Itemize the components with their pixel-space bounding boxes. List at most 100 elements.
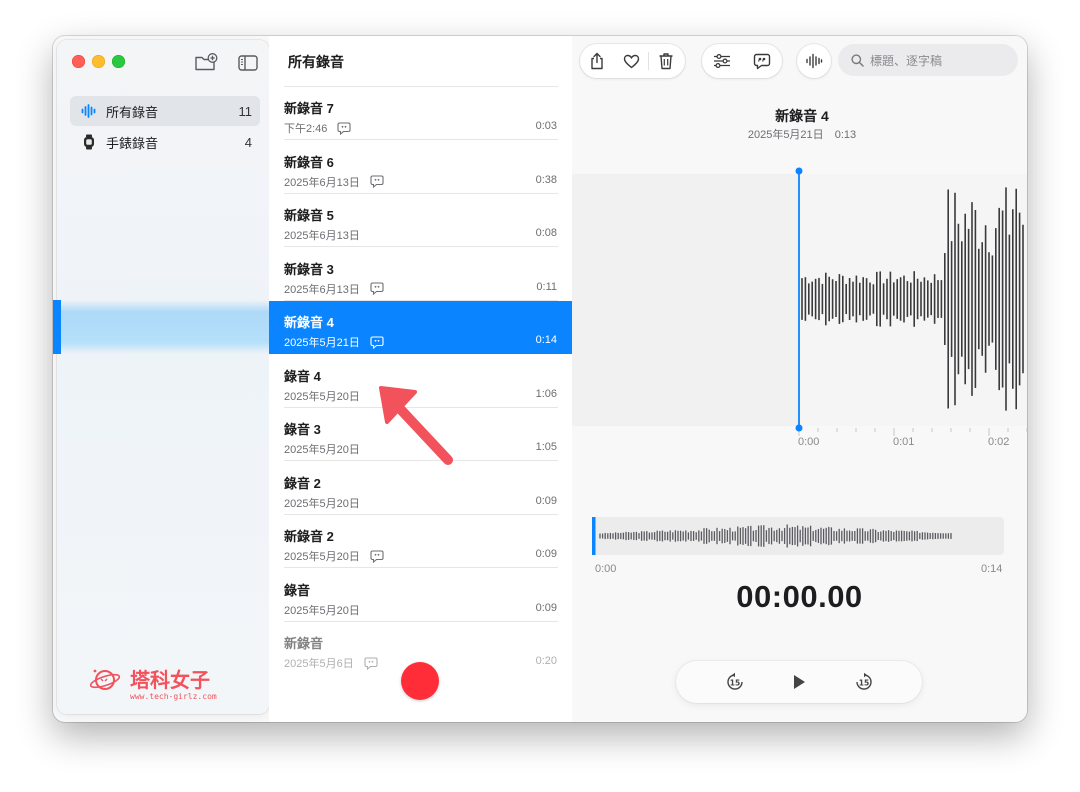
recording-title: 錄音 2 (284, 475, 321, 491)
svg-text:15: 15 (859, 678, 869, 687)
list-item[interactable]: 新錄音 5 2025年6月13日 0:08 (269, 194, 572, 247)
transcript-icon (337, 121, 351, 135)
waveform-graph (795, 167, 1027, 436)
playhead-handle[interactable] (795, 424, 803, 432)
sidebar-item-watch-recordings[interactable]: 手錶錄音 4 (70, 127, 260, 157)
transcript-icon (364, 656, 378, 670)
play-icon (794, 675, 805, 689)
recording-subtitle: 2025年5月20日 (284, 495, 360, 511)
favorite-button[interactable] (614, 44, 648, 78)
recording-title: 新錄音 7 (284, 101, 334, 116)
playhead-handle[interactable] (795, 167, 803, 175)
recording-duration: 0:09 (535, 601, 557, 614)
recording-date: 2025年6月13日 (284, 283, 360, 296)
recording-title: 新錄音 3 (284, 261, 334, 277)
record-button[interactable] (401, 662, 439, 700)
overview-playhead[interactable] (592, 514, 596, 558)
sidebar-toggle-button[interactable] (236, 52, 260, 74)
recording-title: 新錄音 4 (284, 315, 334, 330)
recording-title: 新錄音 2 (284, 529, 334, 544)
recording-subtitle: 下午2:46 (284, 120, 351, 136)
sliders-icon (714, 54, 730, 68)
play-button[interactable] (788, 671, 810, 693)
sidebar-item-count: 4 (244, 134, 252, 150)
transcript-icon (370, 175, 384, 188)
recording-date: 下午2:46 (284, 123, 328, 135)
share-icon (591, 52, 603, 70)
recording-date: 2025年5月6日 (284, 658, 354, 670)
share-button[interactable] (580, 44, 614, 78)
annotation-arrow-icon (379, 386, 453, 465)
svg-text:15: 15 (730, 678, 740, 687)
skip-back-15-icon: 15 (727, 672, 743, 690)
sidebar-toggle-icon (238, 55, 258, 71)
recording-title: 新錄音 (284, 636, 324, 651)
toolbar-file-actions (580, 44, 685, 78)
recording-title: 錄音 (284, 582, 311, 598)
playback-timer: 00:00.00 (736, 579, 863, 614)
list-item[interactable]: 錄音 2025年5月20日 0:09 (269, 569, 572, 622)
recording-duration: 0:38 (535, 173, 557, 186)
recording-date: 2025年5月20日 (284, 551, 360, 563)
selection-glow (53, 300, 269, 354)
delete-button[interactable] (649, 44, 683, 78)
skip-forward-button[interactable]: 15 (853, 671, 875, 693)
recording-title: 錄音 3 (284, 422, 321, 437)
skip-forward-15-icon: 15 (856, 672, 872, 690)
options-button[interactable] (705, 44, 739, 78)
search-placeholder: 標題、逐字稿 (870, 53, 943, 68)
close-window-button[interactable] (72, 55, 85, 68)
transcript-icon (370, 335, 384, 349)
recording-date: 2025年5月20日 (284, 444, 360, 456)
overview-waveform (592, 514, 952, 558)
trash-icon (659, 53, 673, 70)
recording-duration: 0:03 (535, 120, 557, 132)
recording-subtitle: 2025年5月20日 (284, 441, 360, 457)
playback-controls: 15 15 (676, 661, 922, 703)
list-item[interactable]: 新錄音 6 2025年6月13日 0:38 (269, 141, 572, 194)
search-icon (851, 53, 864, 67)
list-item[interactable]: 新錄音 4 2025年5月21日 0:14 (269, 301, 572, 354)
time-tick: 0:01 (893, 436, 915, 448)
recording-meta: 2025年5月21日 0:13 (572, 126, 1027, 142)
list-item[interactable]: 新錄音 3 2025年6月13日 0:11 (269, 248, 572, 301)
list-item[interactable]: 新錄音 7 下午2:46 0:03 (269, 87, 572, 140)
recording-subtitle: 2025年5月20日 (284, 548, 384, 564)
sidebar: 所有錄音 11 手錶錄音 4 塔科女子 www.tech-girlz.com (57, 40, 269, 714)
list-item[interactable]: 新錄音 2 2025年5月20日 0:09 (269, 515, 572, 568)
recording-duration: 1:06 (535, 387, 557, 400)
skip-back-button[interactable]: 15 (724, 671, 746, 693)
waveform-icon (80, 104, 98, 118)
new-folder-button[interactable] (194, 52, 218, 74)
new-folder-icon (195, 53, 218, 71)
recording-duration: 0:08 (535, 227, 557, 239)
watch-icon (80, 134, 98, 150)
list-title: 所有錄音 (288, 54, 344, 70)
recording-date: 2025年6月13日 (284, 230, 360, 242)
sidebar-item-count: 11 (238, 103, 253, 119)
recording-subtitle: 2025年5月21日 (284, 334, 384, 350)
logo-title: 塔科女子 (130, 668, 210, 692)
recording-date: 2025年5月21日 (747, 129, 824, 141)
transcript-icon (753, 53, 771, 69)
selection-edge (53, 300, 61, 354)
minimize-window-button[interactable] (92, 55, 105, 68)
recording-subtitle: 2025年5月20日 (284, 602, 360, 618)
recording-date: 2025年6月13日 (284, 176, 360, 189)
overview-scrubber[interactable] (592, 514, 1004, 558)
heart-icon (623, 54, 639, 68)
transcript-button[interactable] (745, 44, 779, 78)
recording-subtitle: 2025年6月13日 (284, 174, 384, 190)
zoom-window-button[interactable] (112, 55, 125, 68)
search-field[interactable]: 標題、逐字稿 (838, 44, 1018, 76)
sidebar-item-label: 所有錄音 (106, 104, 159, 120)
waveform-icon (806, 53, 823, 69)
transcript-icon (370, 549, 384, 563)
recording-date: 2025年5月21日 (284, 337, 360, 349)
transcribe-live-button[interactable] (797, 44, 831, 78)
sidebar-item-all-recordings[interactable]: 所有錄音 11 (70, 96, 260, 126)
transcript-icon (370, 282, 384, 295)
voice-memos-window: 所有錄音 11 手錶錄音 4 塔科女子 www.tech-girlz.com 所… (53, 36, 1027, 722)
recording-date: 2025年5月20日 (284, 497, 360, 510)
recording-title: 新錄音 4 (775, 108, 829, 124)
